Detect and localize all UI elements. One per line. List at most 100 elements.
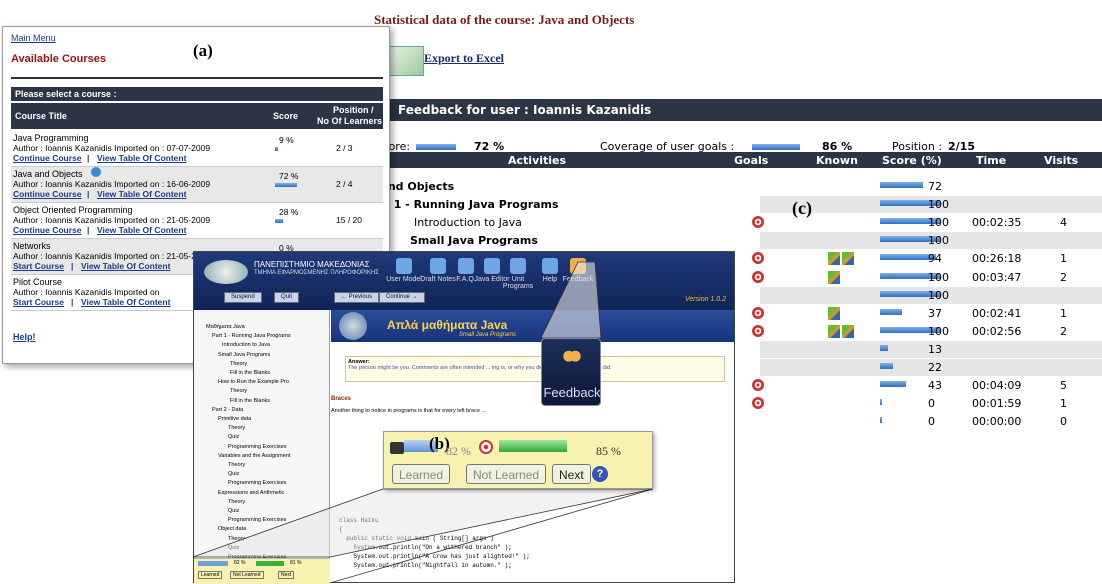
- tree-item[interactable]: Object data: [218, 526, 246, 532]
- course-row: Java and Objects Author : Ioannis Kazanid…: [11, 167, 383, 203]
- course-action-link[interactable]: Continue Course: [13, 189, 81, 199]
- course-title: Java Programming: [13, 133, 89, 143]
- code-line: public static void main ( String[] args …: [339, 535, 494, 542]
- activity-name: Part 1 - Running Java Programs: [364, 198, 559, 212]
- score-value: 13: [928, 342, 942, 356]
- score-value: 0: [928, 397, 935, 411]
- not-learned-button[interactable]: Not Learned: [466, 464, 547, 484]
- mini-bar-2: [256, 561, 284, 566]
- tree-item[interactable]: Theory: [228, 536, 245, 542]
- tree-item[interactable]: Theory: [230, 361, 247, 367]
- score-value: 43: [928, 379, 942, 393]
- tree-item[interactable]: Μαθήματα Java: [206, 324, 245, 330]
- link-separator: |: [87, 153, 90, 163]
- known-check-icon: [842, 324, 854, 338]
- excel-icon[interactable]: [388, 46, 424, 76]
- activity-name: Small Java Programs: [410, 234, 538, 248]
- tree-item[interactable]: Programming Exercises: [228, 517, 286, 523]
- tree-item[interactable]: Fill in the Blanks: [230, 370, 270, 376]
- braces-heading: Braces: [331, 396, 352, 402]
- tree-item[interactable]: Quiz: [228, 508, 239, 514]
- tree-item[interactable]: Variables and the Assignment: [218, 453, 290, 459]
- mini-pct-2: 81 %: [290, 560, 302, 566]
- mini-bar-1: [198, 561, 228, 566]
- tree-item[interactable]: Introduction to Java: [222, 342, 270, 348]
- main-menu-link[interactable]: Main Menu: [11, 33, 56, 43]
- help-link[interactable]: Help!: [13, 332, 36, 342]
- course-score: 28 %: [279, 207, 299, 217]
- logo-icon: [339, 312, 367, 340]
- tree-item[interactable]: Theory: [228, 462, 245, 468]
- tree-item[interactable]: Fill in the Blanks: [230, 398, 270, 404]
- tree-item[interactable]: Expressions and Arithmetic: [218, 490, 284, 496]
- tree-item[interactable]: Theory: [230, 388, 247, 394]
- user-model-icon: [396, 258, 412, 274]
- code-line: {: [339, 526, 343, 533]
- score-value: 37: [928, 306, 942, 320]
- tree-item[interactable]: Programming Exercises: [228, 444, 286, 450]
- course-author: Author : Ioannis Kazanidis Imported on :…: [13, 251, 211, 261]
- score-value: 0: [928, 415, 935, 429]
- tree-item[interactable]: Part 1 - Running Java Programs: [212, 333, 291, 339]
- toolbar-label: User Model: [386, 276, 422, 283]
- course-action-link[interactable]: Start Course: [13, 261, 64, 271]
- next-button[interactable]: Next: [552, 464, 591, 484]
- tree-item[interactable]: Theory: [228, 425, 245, 431]
- view-table-of-content-link[interactable]: View Table Of Content: [97, 225, 186, 235]
- mini-not-learned-button[interactable]: Not Learned: [230, 571, 264, 579]
- goal-target-icon: [752, 379, 764, 392]
- visits-value: 0: [1060, 415, 1067, 429]
- suspend-button[interactable]: Suspend: [224, 292, 262, 303]
- view-table-of-content-link[interactable]: View Table Of Content: [97, 153, 186, 163]
- link-separator: |: [71, 261, 74, 271]
- panel-c-label: (c): [792, 198, 812, 218]
- mini-next-button[interactable]: Next: [278, 571, 295, 579]
- courses-table-header: Course Title Score Position / No Of Lear…: [11, 103, 383, 129]
- tree-item[interactable]: Quiz: [228, 434, 239, 440]
- mini-feedback-bar: 82 % 81 % Learned Not Learned Next: [194, 558, 330, 584]
- view-table-of-content-link[interactable]: View Table Of Content: [97, 189, 186, 199]
- export-to-excel-link[interactable]: Export to Excel: [424, 51, 504, 66]
- statistics-row: Part 1 - Running Java Programs 100: [360, 196, 1102, 214]
- tutoring-window: ΠΑΝΕΠΙΣΤΗΜΙΟ ΜΑΚΕΔΟΝΙΑΣ ΤΜΗΜΑ ΕΦΑΡΜΟΣΜΕΝ…: [193, 251, 735, 584]
- course-author: Author : Ioannis Kazanidis Imported on: [13, 287, 160, 297]
- feedback-icon: [561, 349, 583, 367]
- available-courses-title: Available Courses: [11, 53, 106, 65]
- learned-button[interactable]: Learned: [392, 464, 451, 484]
- tree-item[interactable]: Small Java Programs: [218, 352, 270, 358]
- course-action-link[interactable]: Continue Course: [13, 153, 81, 163]
- course-title: Pilot Course: [13, 277, 63, 287]
- course-action-link[interactable]: Continue Course: [13, 225, 81, 235]
- toolbar-label: Feedback: [562, 276, 594, 283]
- course-score-bar: [275, 219, 284, 223]
- mini-learned-button[interactable]: Learned: [198, 571, 223, 579]
- feedback-button[interactable]: Feedback: [558, 258, 598, 283]
- col-score: Score (%): [882, 154, 942, 167]
- feedback-popup[interactable]: Feedback: [541, 338, 601, 406]
- toolbar-label: Help: [542, 276, 558, 283]
- quit-button[interactable]: Quit: [274, 292, 300, 303]
- visits-value: 1: [1060, 306, 1067, 320]
- tree-item[interactable]: Programming Exercises: [228, 480, 286, 486]
- tree-item[interactable]: How to Run the Example Pro: [218, 379, 289, 385]
- time-value: 00:03:47: [972, 270, 1022, 284]
- tree-item[interactable]: Part 2 - Data: [212, 407, 243, 413]
- lesson-subtitle: Small Java Programs: [459, 332, 517, 338]
- tree-item[interactable]: Theory: [228, 499, 245, 505]
- view-table-of-content-link[interactable]: View Table Of Content: [81, 261, 170, 271]
- score-bar: [880, 399, 882, 406]
- course-author: Author : Ioannis Kazanidis Imported on :…: [13, 215, 211, 225]
- learning-feedback-zoom: (b) 82 % 85 % Learned Not Learned Next ?: [383, 431, 653, 489]
- previous-button[interactable]: ← Previous: [334, 292, 380, 303]
- help-icon[interactable]: ?: [592, 466, 608, 482]
- course-author: Author : Ioannis Kazanidis Imported on :…: [13, 179, 211, 189]
- continue-button[interactable]: Continue →: [379, 292, 425, 303]
- course-action-link[interactable]: Start Course: [13, 297, 64, 307]
- course-position: 2 / 3: [336, 143, 353, 153]
- tree-item[interactable]: Quiz: [228, 545, 239, 551]
- view-table-of-content-link[interactable]: View Table Of Content: [81, 297, 170, 307]
- info-icon[interactable]: [91, 167, 101, 177]
- tree-item[interactable]: Quiz: [228, 471, 239, 477]
- tree-item[interactable]: Primitive data: [218, 416, 251, 422]
- goal-pct: 85 %: [596, 444, 621, 458]
